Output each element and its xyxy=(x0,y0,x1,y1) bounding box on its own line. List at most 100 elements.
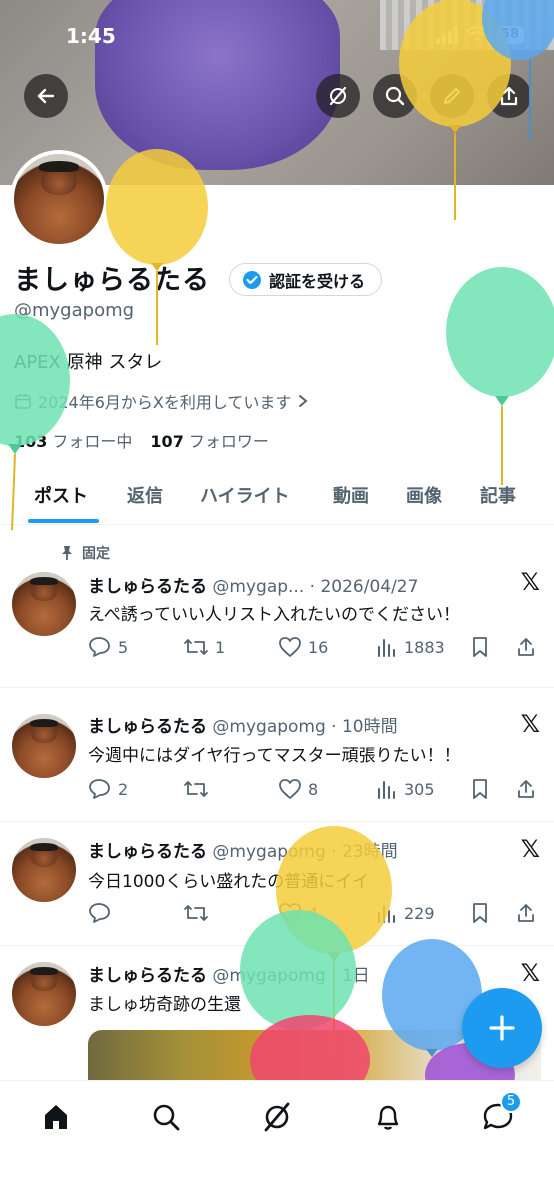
reply-button[interactable]: 5 xyxy=(88,636,128,658)
x-logo-icon: 𝕏 xyxy=(520,568,540,596)
nav-home[interactable] xyxy=(36,1097,76,1137)
post-item[interactable]: ましゅらるたる @mygapomg · 10時間 𝕏 今週中にはダイヤ行ってマス… xyxy=(0,688,554,822)
share-button[interactable] xyxy=(515,636,537,658)
avatar-image xyxy=(12,962,76,1026)
grok-icon xyxy=(329,86,347,106)
reply-icon xyxy=(89,779,110,799)
avatar-image xyxy=(14,154,104,244)
repost-button[interactable]: 1 xyxy=(183,636,225,658)
get-verified-button[interactable]: 認証を受ける xyxy=(229,263,383,296)
status-icons: 58 xyxy=(435,26,524,44)
bookmark-button[interactable] xyxy=(470,778,490,800)
nav-messages[interactable]: 5 xyxy=(478,1091,522,1137)
share-icon xyxy=(518,780,534,798)
status-time: 1:45 xyxy=(66,24,116,48)
bookmark-button[interactable] xyxy=(470,902,490,924)
repost-button[interactable] xyxy=(183,778,215,800)
search-button[interactable] xyxy=(373,74,417,118)
post-author[interactable]: ましゅらるたる xyxy=(88,577,207,597)
joined-date[interactable]: 2024年6月からXを利用しています xyxy=(14,389,309,413)
x-logo-icon: 𝕏 xyxy=(520,835,540,863)
tab-videos[interactable]: 動画 xyxy=(333,482,369,508)
following-link[interactable]: 103 フォロー中 xyxy=(14,428,132,452)
views-icon xyxy=(378,781,395,799)
view-count: 305 xyxy=(404,779,435,799)
share-profile-button[interactable] xyxy=(487,74,531,118)
edit-button[interactable] xyxy=(430,74,474,118)
share-button[interactable] xyxy=(515,778,537,800)
repost-button[interactable] xyxy=(183,902,215,924)
like-icon xyxy=(279,779,301,799)
tab-images[interactable]: 画像 xyxy=(406,482,442,508)
follow-stats: 103 フォロー中 107 フォロワー xyxy=(14,428,269,452)
tab-posts[interactable]: ポスト xyxy=(34,482,88,508)
status-bar: 1:45 58 xyxy=(0,24,554,54)
reply-count: 2 xyxy=(118,779,129,799)
following-count: 103 xyxy=(14,432,48,451)
like-button[interactable]: 16 xyxy=(278,636,328,658)
post-text: えぺ誘っていい人リスト入れたいのでください！ xyxy=(88,605,460,625)
repost-icon xyxy=(184,905,208,921)
search-icon xyxy=(153,1104,180,1131)
share-icon xyxy=(518,638,534,656)
post-item[interactable]: ましゅらるたる @mygapomg · 23時間 𝕏 今日1000くらい盛れたの… xyxy=(0,822,554,946)
views-button[interactable]: 229 xyxy=(376,902,435,924)
wifi-icon xyxy=(466,26,488,42)
post-author[interactable]: ましゅらるたる xyxy=(88,842,207,862)
tab-replies[interactable]: 返信 xyxy=(127,482,163,508)
like-button[interactable]: 4 xyxy=(278,902,318,924)
views-icon xyxy=(378,639,395,657)
nav-notifications[interactable] xyxy=(368,1097,408,1137)
chevron-right-icon xyxy=(299,395,308,407)
home-icon xyxy=(45,1105,67,1129)
followers-label: フォロワー xyxy=(188,432,269,451)
views-button[interactable]: 1883 xyxy=(376,636,445,658)
post-meta: @mygapomg · 23時間 xyxy=(212,842,398,862)
compose-button[interactable] xyxy=(462,988,542,1068)
post-header: ましゅらるたる @mygapomg · 23時間 xyxy=(88,837,508,862)
avatar[interactable] xyxy=(12,714,76,778)
avatar-image xyxy=(12,838,76,902)
profile-bio: APEX 原神 スタレ xyxy=(14,352,163,373)
avatar[interactable] xyxy=(12,572,76,636)
back-button[interactable] xyxy=(24,74,68,118)
share-button[interactable] xyxy=(515,902,537,924)
grok-button[interactable] xyxy=(316,74,360,118)
view-count: 229 xyxy=(404,903,435,923)
avatar[interactable] xyxy=(12,838,76,902)
tab-highlights[interactable]: ハイライト xyxy=(200,482,290,508)
calendar-icon xyxy=(15,394,31,409)
bookmark-icon xyxy=(473,779,487,799)
nav-grok[interactable] xyxy=(257,1097,297,1137)
profile-avatar[interactable] xyxy=(10,150,108,248)
post-meta: @mygapomg · 1日 xyxy=(212,966,370,986)
like-icon xyxy=(279,637,301,657)
views-button[interactable]: 305 xyxy=(376,778,435,800)
post-actions: 2 8 305 xyxy=(88,778,543,804)
followers-link[interactable]: 107 フォロワー xyxy=(150,428,268,452)
post-item[interactable]: ましゅらるたる @mygap... · 2026/04/27 𝕏 えぺ誘っていい… xyxy=(0,530,554,688)
like-button[interactable]: 8 xyxy=(278,778,318,800)
bookmark-button[interactable] xyxy=(470,636,490,658)
profile-name: ましゅらるたる xyxy=(14,265,210,296)
post-author[interactable]: ましゅらるたる xyxy=(88,966,207,986)
reply-button[interactable]: 2 xyxy=(88,778,128,800)
share-icon xyxy=(518,904,534,922)
notifications-icon xyxy=(377,1105,399,1130)
reply-button[interactable] xyxy=(88,902,118,924)
avatar-image xyxy=(12,572,76,636)
post-header: ましゅらるたる @mygap... · 2026/04/27 xyxy=(88,572,508,597)
plus-icon xyxy=(489,1015,515,1041)
profile-handle: @mygapomg xyxy=(14,300,135,321)
bottom-nav: 5 xyxy=(0,1080,554,1199)
view-count: 1883 xyxy=(404,637,445,657)
tab-articles[interactable]: 記事 xyxy=(480,482,516,508)
reply-icon xyxy=(89,637,110,657)
messages-badge: 5 xyxy=(500,1091,522,1113)
post-author[interactable]: ましゅらるたる xyxy=(88,717,207,737)
x-logo-icon: 𝕏 xyxy=(520,710,540,738)
avatar[interactable] xyxy=(12,962,76,1026)
nav-search[interactable] xyxy=(146,1097,186,1137)
repost-icon xyxy=(184,639,208,655)
reply-icon xyxy=(89,903,110,923)
